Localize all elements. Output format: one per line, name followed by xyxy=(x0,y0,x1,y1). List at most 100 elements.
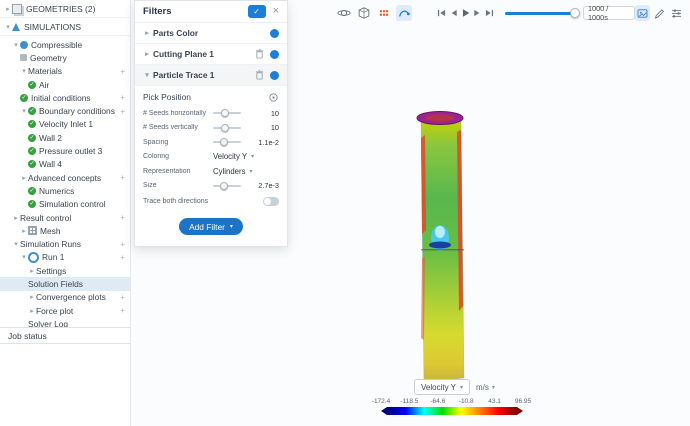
legend-unit-select[interactable]: m/s ▾ xyxy=(476,381,495,393)
tree-caret-icon[interactable]: ▸ xyxy=(20,227,28,235)
filter-row[interactable]: ▾ Particle Trace 1 xyxy=(135,65,287,86)
tree-item[interactable]: ▾ Simulation Runs + xyxy=(0,237,130,250)
parameter-slider[interactable] xyxy=(213,185,241,187)
step-back-button[interactable] xyxy=(449,7,458,19)
add-icon[interactable]: + xyxy=(117,293,125,302)
legend-arrow-right xyxy=(517,407,523,415)
tree-item[interactable]: ▾ Boundary conditions + xyxy=(0,104,130,117)
particle-trace-tool-icon[interactable] xyxy=(396,5,412,21)
tree-item[interactable]: Geometry xyxy=(0,51,130,64)
simulations-icon xyxy=(12,23,20,31)
mesh-cube-icon[interactable] xyxy=(356,5,372,21)
tree-caret-icon[interactable]: ▸ xyxy=(28,267,36,275)
tree-item[interactable]: Simulation control xyxy=(0,198,130,211)
tree-caret-icon[interactable]: ▾ xyxy=(20,253,28,261)
sidebar-item-geometries[interactable]: ▸ GEOMETRIES (2) xyxy=(0,0,130,18)
parameter-label: # Seeds vertically xyxy=(143,124,213,131)
step-forward-button[interactable] xyxy=(473,7,482,19)
close-icon[interactable]: × xyxy=(273,6,279,17)
tree-caret-icon[interactable]: ▸ xyxy=(20,174,28,182)
parameter-select[interactable]: Velocity Y▾ xyxy=(213,152,254,161)
parameter-select[interactable]: Cylinders▾ xyxy=(213,167,253,176)
timeline-fill xyxy=(505,12,575,15)
parameter-label: Representation xyxy=(143,168,213,175)
add-icon[interactable]: + xyxy=(117,240,125,249)
orbit-view-icon[interactable] xyxy=(336,5,352,21)
tree-item[interactable]: ▸ Convergence plots + xyxy=(0,291,130,304)
particle-seeds-icon[interactable] xyxy=(376,5,392,21)
display-settings-icon[interactable] xyxy=(669,5,684,21)
result-model[interactable] xyxy=(412,108,470,386)
parameter-slider[interactable] xyxy=(213,127,241,129)
tree-caret-icon[interactable]: ▾ xyxy=(12,41,20,49)
tree-item-label: Mesh xyxy=(40,226,60,236)
slider-knob[interactable] xyxy=(221,109,229,117)
legend-field-select[interactable]: Velocity Y ▾ xyxy=(414,379,470,395)
tree-item[interactable]: Wall 2 xyxy=(0,131,130,144)
add-icon[interactable]: + xyxy=(117,93,125,102)
visibility-toggle[interactable] xyxy=(270,50,279,59)
tree-item-selected[interactable]: Solution Fields xyxy=(0,277,130,290)
tree-caret-icon[interactable]: ▸ xyxy=(28,307,36,315)
play-button[interactable] xyxy=(461,7,470,19)
annotate-pencil-icon[interactable] xyxy=(652,5,667,21)
filter-caret-icon[interactable]: ▸ xyxy=(143,29,151,37)
tree-item[interactable]: Wall 4 xyxy=(0,158,130,171)
trash-icon[interactable] xyxy=(255,49,264,59)
check-icon xyxy=(28,134,36,142)
apply-filters-button[interactable]: ✓ xyxy=(248,5,266,18)
trash-icon[interactable] xyxy=(255,70,264,80)
chevron-down-icon[interactable]: ▾ xyxy=(4,23,12,31)
add-icon[interactable]: + xyxy=(117,107,125,116)
tree-caret-icon[interactable]: ▾ xyxy=(20,107,28,115)
tree-item[interactable]: ▸ Force plot + xyxy=(0,304,130,317)
timeline-handle[interactable] xyxy=(570,8,580,18)
visibility-toggle[interactable] xyxy=(270,29,279,38)
parameter-slider[interactable] xyxy=(213,112,241,114)
slider-knob[interactable] xyxy=(220,182,228,190)
add-icon[interactable]: + xyxy=(117,306,125,315)
filter-label: Particle Trace 1 xyxy=(153,70,214,80)
tree-item[interactable]: ▸ Advanced concepts + xyxy=(0,171,130,184)
chevron-right-icon[interactable]: ▸ xyxy=(4,5,12,13)
skip-to-end-button[interactable] xyxy=(485,7,494,19)
tree-item[interactable]: Numerics xyxy=(0,184,130,197)
skip-to-start-button[interactable] xyxy=(437,7,446,19)
tree-item-label: Wall 4 xyxy=(39,159,62,169)
add-icon[interactable]: + xyxy=(117,253,125,262)
sidebar-item-simulations[interactable]: ▾ SIMULATIONS xyxy=(0,18,130,36)
tree-item[interactable]: ▸ Mesh xyxy=(0,224,130,237)
tree-item[interactable]: ▾ Compressible xyxy=(0,38,130,51)
tree-caret-icon[interactable]: ▸ xyxy=(12,214,20,222)
add-filter-button[interactable]: Add Filter ▾ xyxy=(179,218,243,235)
tree-caret-icon[interactable]: ▾ xyxy=(12,240,20,248)
tree-item[interactable]: Pressure outlet 3 xyxy=(0,144,130,157)
timeline-slider[interactable] xyxy=(505,12,575,15)
slider-knob[interactable] xyxy=(220,138,228,146)
tree-item[interactable]: ▾ Materials + xyxy=(0,65,130,78)
add-icon[interactable]: + xyxy=(117,67,125,76)
job-status-bar[interactable]: Job status xyxy=(0,327,130,344)
tree-item[interactable]: Air xyxy=(0,78,130,91)
parameter-slider[interactable] xyxy=(213,141,241,143)
filter-row[interactable]: ▸ Parts Color xyxy=(135,23,287,44)
filter-row[interactable]: ▸ Cutting Plane 1 xyxy=(135,44,287,65)
geometries-label: GEOMETRIES (2) xyxy=(26,4,95,14)
tree-item[interactable]: ▸ Result control + xyxy=(0,211,130,224)
tree-caret-icon[interactable]: ▾ xyxy=(20,67,28,75)
tree-item[interactable]: ▾ Run 1 + xyxy=(0,251,130,264)
add-icon[interactable]: + xyxy=(117,213,125,222)
tree-item[interactable]: ▸ Settings xyxy=(0,264,130,277)
tree-caret-icon[interactable]: ▸ xyxy=(28,293,36,301)
crosshair-icon[interactable] xyxy=(268,92,279,103)
visibility-toggle[interactable] xyxy=(270,71,279,80)
tree-item-label: Air xyxy=(39,80,49,90)
tree-item[interactable]: Velocity Inlet 1 xyxy=(0,118,130,131)
add-icon[interactable]: + xyxy=(117,173,125,182)
tree-item[interactable]: Initial conditions + xyxy=(0,91,130,104)
screenshot-icon[interactable] xyxy=(635,5,650,21)
filter-caret-icon[interactable]: ▸ xyxy=(143,50,151,58)
slider-knob[interactable] xyxy=(221,124,229,132)
filter-caret-icon[interactable]: ▾ xyxy=(143,71,151,79)
trace-both-toggle[interactable] xyxy=(263,197,279,206)
